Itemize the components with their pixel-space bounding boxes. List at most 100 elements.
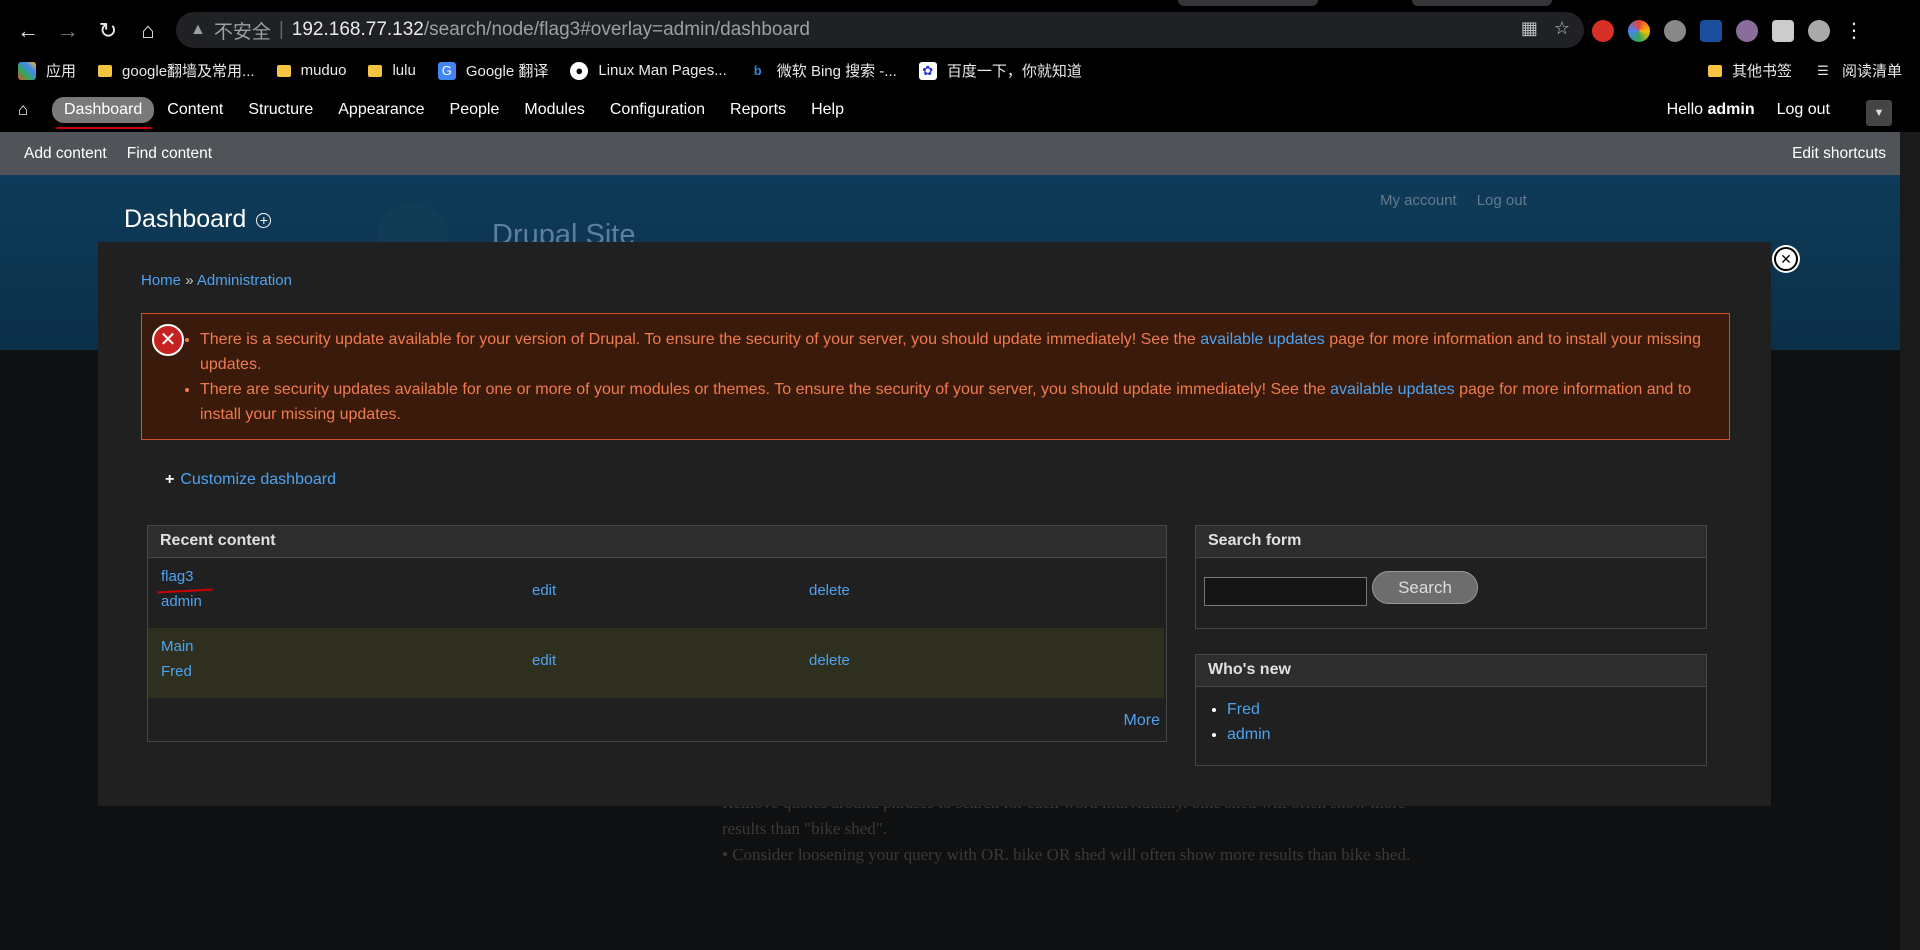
bookmark-baidu[interactable]: ✿ 百度一下，你就知道 <box>918 60 1082 81</box>
delete-link[interactable]: delete <box>809 582 850 599</box>
bookmark-label: muduo <box>300 62 347 79</box>
toolbar-reports[interactable]: Reports <box>718 97 798 123</box>
header-logout-link[interactable]: Log out <box>1477 192 1527 209</box>
my-account-link[interactable]: My account <box>1380 192 1457 209</box>
stop-extension-icon[interactable] <box>1592 19 1614 42</box>
back-icon[interactable]: ← <box>8 11 48 51</box>
translate-icon: G <box>437 61 456 80</box>
breadcrumb-separator: » <box>185 272 194 289</box>
toolbar-structure[interactable]: Structure <box>236 97 325 123</box>
reading-list-icon: ☰ <box>1817 62 1829 78</box>
error-icon: ✕ <box>152 324 184 356</box>
warning-icon: ▲ <box>190 21 206 38</box>
search-form-block: Search form Search <box>1195 525 1707 629</box>
bookmark-label: 百度一下，你就知道 <box>946 63 1082 80</box>
breadcrumb-home[interactable]: Home <box>141 272 181 289</box>
home-icon[interactable]: ⌂ <box>128 11 168 51</box>
edit-shortcuts-link[interactable]: Edit shortcuts <box>1792 145 1886 163</box>
bookmark-folder[interactable]: lulu <box>368 62 416 79</box>
logout-link[interactable]: Log out <box>1777 101 1830 119</box>
content-title-link[interactable]: flag3 <box>161 568 194 585</box>
address-bar-row: ← → ↻ ⌂ ▲ 不安全 | 192.168.77.132 /search/n… <box>0 8 1920 53</box>
page-title: Dashboard + <box>124 205 272 234</box>
bookmark-label: lulu <box>392 62 416 79</box>
baidu-icon: ✿ <box>918 61 937 80</box>
edit-link[interactable]: edit <box>532 582 556 599</box>
bike-extension-icon[interactable] <box>1664 19 1686 42</box>
author-link[interactable]: admin <box>161 593 202 610</box>
avatar[interactable] <box>1808 19 1830 42</box>
url-bar[interactable]: ▲ 不安全 | 192.168.77.132 /search/node/flag… <box>176 12 1584 48</box>
plus-icon: + <box>165 471 175 488</box>
search-tip-text: Consider loosening your query with OR. b… <box>732 845 1411 864</box>
puzzle-icon[interactable] <box>1772 19 1794 42</box>
browser-tab[interactable] <box>1412 0 1552 6</box>
toolbar-people[interactable]: People <box>438 97 512 123</box>
reading-list[interactable]: ☰ 阅读清单 <box>1814 60 1902 81</box>
folder-icon <box>276 64 291 77</box>
recent-content-block: Recent content flag3 admin edit delete M… <box>147 525 1167 742</box>
shortcuts-bar: Add content Find content Edit shortcuts <box>0 132 1900 175</box>
toolbar-dashboard[interactable]: Dashboard <box>52 97 155 129</box>
toolbar-appearance[interactable]: Appearance <box>326 97 436 123</box>
spy-extension-icon[interactable] <box>1736 19 1758 42</box>
bookmark-bing[interactable]: b 微软 Bing 搜索 -... <box>749 60 897 81</box>
url-path: /search/node/flag3#overlay=admin/dashboa… <box>423 19 810 40</box>
available-updates-link[interactable]: available updates <box>1330 381 1455 398</box>
chrome-extension-icon[interactable] <box>1628 19 1650 42</box>
content-title-link[interactable]: Main <box>161 638 194 655</box>
shortcut-find-content[interactable]: Find content <box>127 145 212 163</box>
folder-icon <box>1707 64 1722 77</box>
add-shortcut-icon[interactable]: + <box>256 212 272 228</box>
author-link[interactable]: Fred <box>161 663 192 680</box>
available-updates-link[interactable]: available updates <box>1200 331 1325 348</box>
edit-link[interactable]: edit <box>532 652 556 669</box>
toolbar-content[interactable]: Content <box>155 97 235 123</box>
more-link[interactable]: More <box>1124 712 1160 730</box>
bookmark-star-icon[interactable]: ☆ <box>1554 18 1570 39</box>
search-tip: results than "bike shed". <box>722 819 887 838</box>
bookmark-google-translate[interactable]: G Google 翻译 <box>437 60 548 81</box>
browser-tab[interactable] <box>1178 0 1318 6</box>
shield-extension-icon[interactable] <box>1700 19 1722 42</box>
bookmark-apps[interactable]: 应用 <box>18 60 76 81</box>
scrollbar[interactable] <box>1900 132 1920 950</box>
menu-icon[interactable]: ⋮ <box>1844 18 1864 43</box>
reload-icon[interactable]: ↻ <box>88 11 128 51</box>
bookmark-label: 应用 <box>46 63 77 80</box>
user-greeting: Hello admin <box>1667 101 1755 119</box>
block-title: Who's new <box>1196 655 1706 687</box>
toolbar-modules[interactable]: Modules <box>512 97 596 123</box>
toolbar-help[interactable]: Help <box>799 97 856 123</box>
insecure-label: 不安全 <box>213 21 271 43</box>
bookmark-other[interactable]: 其他书签 <box>1707 60 1792 81</box>
search-button[interactable]: Search <box>1372 571 1478 604</box>
user-name[interactable]: admin <box>1707 101 1754 118</box>
user-link[interactable]: Fred <box>1227 701 1260 718</box>
folder-icon <box>98 64 113 77</box>
user-link[interactable]: admin <box>1227 726 1271 743</box>
forward-icon[interactable]: → <box>48 11 88 51</box>
toolbar-configuration[interactable]: Configuration <box>598 97 717 123</box>
home-icon[interactable]: ⌂ <box>18 100 48 120</box>
list-item: admin <box>1227 722 1706 747</box>
globe-icon: ● <box>570 61 589 80</box>
customize-dashboard-link[interactable]: + Customize dashboard <box>165 471 336 489</box>
delete-link[interactable]: delete <box>809 652 850 669</box>
breadcrumb-administration[interactable]: Administration <box>197 272 292 289</box>
toolbar-drawer-toggle[interactable]: ▼ <box>1866 100 1892 126</box>
folder-icon <box>368 64 383 77</box>
translate-icon[interactable]: ▦ <box>1521 18 1538 39</box>
breadcrumb: Home » Administration <box>141 272 292 289</box>
bookmark-linux-man[interactable]: ● Linux Man Pages... <box>570 61 727 80</box>
tab-strip <box>0 0 1920 8</box>
bookmark-label: 阅读清单 <box>1841 63 1902 80</box>
extension-icons: ⋮ <box>1592 18 1864 43</box>
search-input[interactable] <box>1204 577 1367 606</box>
bookmark-folder[interactable]: muduo <box>276 62 347 79</box>
bookmark-folder[interactable]: google翻墙及常用... <box>98 60 255 81</box>
bookmark-label: 其他书签 <box>1731 63 1792 80</box>
shortcut-add-content[interactable]: Add content <box>24 145 107 163</box>
bing-icon: b <box>753 63 762 78</box>
close-overlay-icon[interactable]: ✕ <box>1774 247 1798 271</box>
